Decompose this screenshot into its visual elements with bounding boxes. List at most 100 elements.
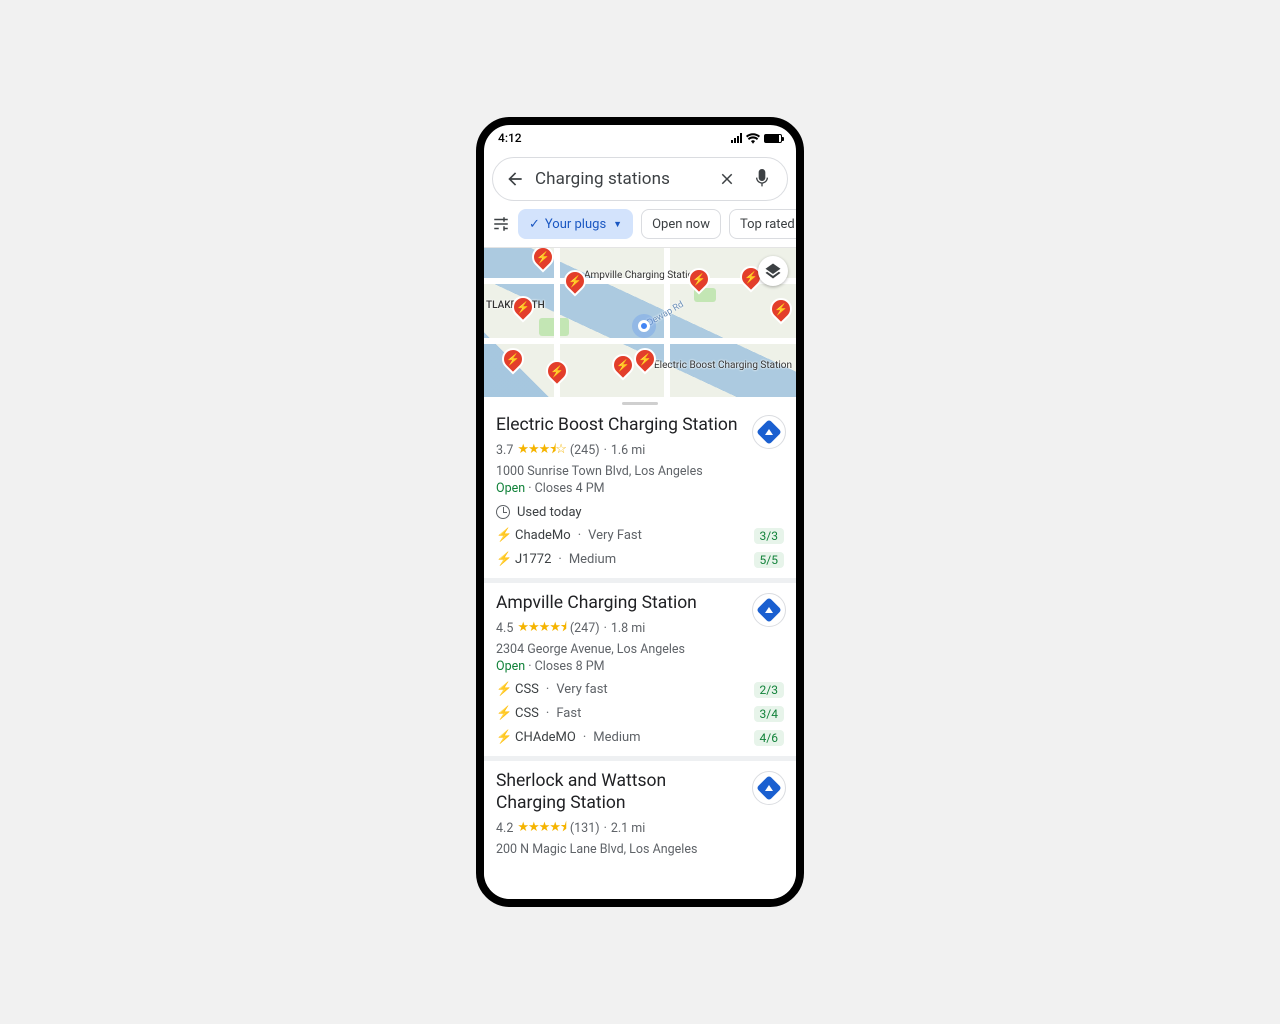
review-count: (247): [570, 621, 600, 636]
connector-type: J1772: [515, 552, 551, 567]
status-bar: 4:12: [484, 125, 796, 151]
directions-icon: [756, 597, 781, 622]
open-label: Open: [496, 659, 525, 674]
connector-row: ⚡ J1772 · Medium 5/5: [496, 552, 784, 568]
chip-label: Your plugs: [545, 217, 606, 232]
bolt-icon: ⚡: [496, 730, 508, 745]
result-hours: Open · Closes 4 PM: [496, 481, 784, 496]
mic-icon[interactable]: [747, 169, 777, 189]
rating-value: 4.5: [496, 621, 513, 636]
review-count: (245): [570, 443, 600, 458]
directions-icon: [756, 419, 781, 444]
closes-label: Closes 8 PM: [535, 659, 605, 674]
availability-badge: 4/6: [754, 730, 784, 746]
status-time: 4:12: [498, 131, 522, 145]
signal-icon: [731, 133, 742, 143]
battery-icon: [764, 134, 782, 143]
result-address: 1000 Sunrise Town Blvd, Los Angeles: [496, 464, 784, 479]
connector-type: ChadeMo: [515, 528, 571, 543]
connector-type: CSS: [515, 682, 539, 697]
distance: 1.8 mi: [611, 621, 645, 636]
separator: ·: [604, 821, 607, 836]
connector-row: ⚡ CSS · Very fast 2/3: [496, 682, 784, 698]
rating-value: 4.2: [496, 821, 513, 836]
directions-button[interactable]: [752, 593, 786, 627]
chip-your-plugs[interactable]: ✓ Your plugs ▼: [518, 209, 633, 239]
review-count: (131): [570, 821, 600, 836]
directions-button[interactable]: [752, 415, 786, 449]
chip-open-now[interactable]: Open now: [641, 209, 721, 239]
chip-label: Open now: [652, 217, 710, 232]
connector-row: ⚡ CSS · Fast 3/4: [496, 706, 784, 722]
filter-chip-row: ✓ Your plugs ▼ Open now Top rated: [484, 207, 796, 247]
availability-badge: 3/3: [754, 528, 784, 544]
rating-value: 3.7: [496, 443, 513, 458]
stars-icon: ★★★★⯨: [517, 818, 566, 840]
clear-icon[interactable]: [715, 167, 739, 191]
map-view[interactable]: TLAKE ORTH Ampville Charging Station Ele…: [484, 247, 796, 397]
closes-label: Closes 4 PM: [535, 481, 605, 496]
caret-down-icon: ▼: [613, 219, 622, 230]
used-today-row: Used today: [496, 505, 784, 520]
result-title: Ampville Charging Station: [496, 593, 784, 615]
layers-button[interactable]: [758, 256, 788, 286]
result-meta: 4.5 ★★★★⯨ (247) · 1.8 mi: [496, 618, 784, 640]
connector-row: ⚡ ChadeMo · Very Fast 3/3: [496, 528, 784, 544]
back-arrow-icon[interactable]: [503, 167, 527, 191]
clock-icon: [496, 505, 510, 519]
map-pin[interactable]: ⚡: [765, 293, 796, 324]
directions-icon: [756, 775, 781, 800]
distance: 1.6 mi: [611, 443, 645, 458]
map-poi-label-ampville: Ampville Charging Station: [584, 270, 699, 281]
separator: ·: [604, 443, 607, 458]
connector-speed: Very fast: [556, 682, 607, 697]
connector-speed: Medium: [569, 552, 616, 567]
connector-speed: Medium: [593, 730, 640, 745]
result-address: 2304 George Avenue, Los Angeles: [496, 642, 784, 657]
bolt-icon: ⚡: [496, 682, 508, 697]
connector-type: CHAdeMO: [515, 730, 576, 745]
map-poi-label-electric: Electric Boost Charging Station: [654, 360, 792, 371]
result-title: Sherlock and Wattson Charging Station: [496, 771, 784, 815]
chip-top-rated[interactable]: Top rated: [729, 209, 804, 239]
result-meta: 3.7 ★★★⯨☆ (245) · 1.6 mi: [496, 440, 784, 462]
separator: ·: [604, 621, 607, 636]
result-address: 200 N Magic Lane Blvd, Los Angeles: [496, 842, 784, 857]
result-card[interactable]: Ampville Charging Station 4.5 ★★★★⯨ (247…: [484, 583, 796, 761]
distance: 2.1 mi: [611, 821, 645, 836]
map-pin[interactable]: ⚡: [541, 355, 572, 386]
availability-badge: 2/3: [754, 682, 784, 698]
wifi-icon: [746, 133, 760, 144]
check-icon: ✓: [529, 217, 540, 232]
map-pin[interactable]: ⚡: [497, 343, 528, 374]
chip-label: Top rated: [740, 217, 795, 232]
search-row: Charging stations: [484, 151, 796, 207]
stars-icon: ★★★★⯨: [517, 618, 566, 640]
connector-type: CSS: [515, 706, 539, 721]
connector-speed: Fast: [556, 706, 581, 721]
result-card[interactable]: Electric Boost Charging Station 3.7 ★★★⯨…: [484, 405, 796, 583]
phone-frame: 4:12 Charging stations: [476, 117, 804, 907]
open-label: Open: [496, 481, 525, 496]
result-hours: Open · Closes 8 PM: [496, 659, 784, 674]
map-pin[interactable]: ⚡: [507, 291, 538, 322]
search-query-text: Charging stations: [535, 169, 707, 189]
connector-speed: Very Fast: [588, 528, 642, 543]
result-meta: 4.2 ★★★★⯨ (131) · 2.1 mi: [496, 818, 784, 840]
availability-badge: 3/4: [754, 706, 784, 722]
bolt-icon: ⚡: [496, 528, 508, 543]
bolt-icon: ⚡: [496, 706, 508, 721]
stars-icon: ★★★⯨☆: [517, 440, 566, 462]
search-field[interactable]: Charging stations: [492, 157, 788, 201]
bolt-icon: ⚡: [496, 552, 508, 567]
status-icons: [731, 133, 782, 144]
tune-icon[interactable]: [492, 214, 510, 234]
directions-button[interactable]: [752, 771, 786, 805]
availability-badge: 5/5: [754, 552, 784, 568]
map-road: [484, 338, 796, 344]
used-label: Used today: [517, 505, 582, 520]
result-title: Electric Boost Charging Station: [496, 415, 784, 437]
results-list: Electric Boost Charging Station 3.7 ★★★⯨…: [484, 405, 796, 899]
user-location-dot: [638, 320, 650, 332]
result-card[interactable]: Sherlock and Wattson Charging Station 4.…: [484, 761, 796, 867]
